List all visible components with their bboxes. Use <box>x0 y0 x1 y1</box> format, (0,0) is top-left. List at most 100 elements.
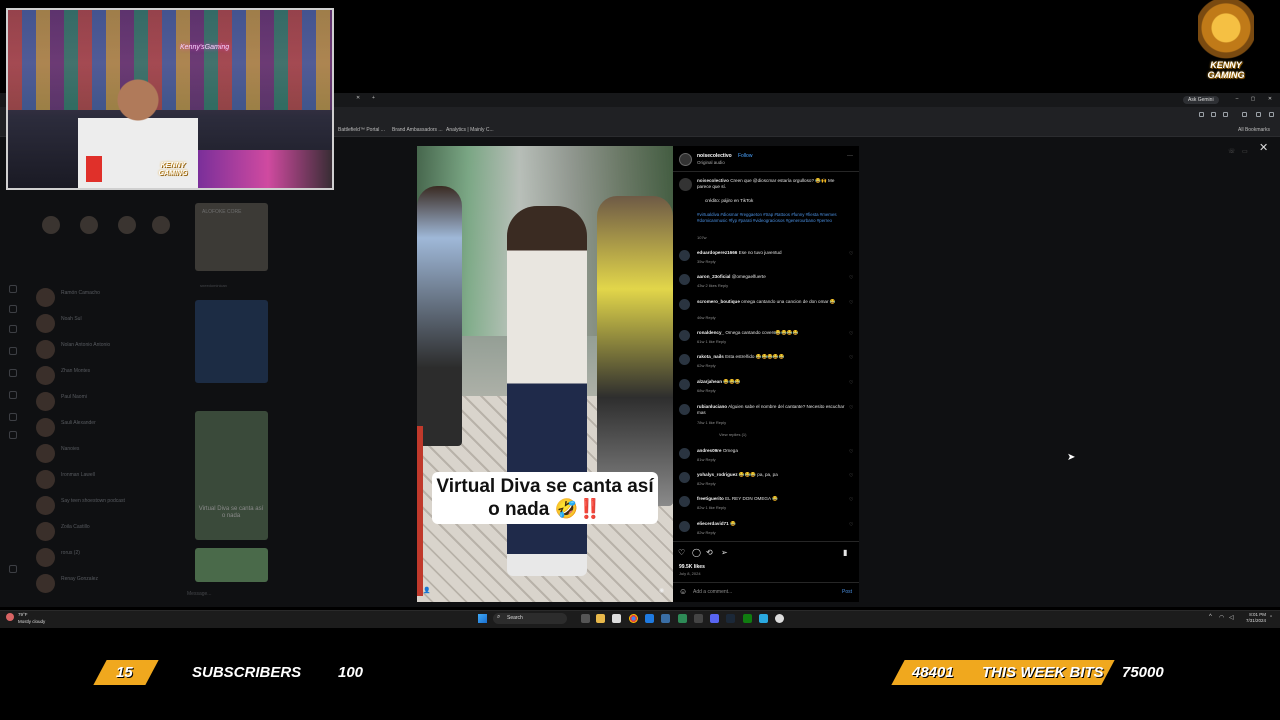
add-comment-input[interactable]: Add a comment... <box>693 589 732 595</box>
caption-hashtags[interactable]: #virtualdiva #diosmar #reggaeton #trap #… <box>697 212 849 224</box>
like-heart-icon[interactable]: ♡ <box>849 355 853 361</box>
profile-icon[interactable] <box>1242 112 1247 117</box>
heart-icon[interactable] <box>9 369 17 377</box>
like-icon[interactable]: ♡ <box>678 548 685 557</box>
author-username[interactable]: noisecolectivo <box>697 153 732 159</box>
edit-icon[interactable] <box>1256 112 1261 117</box>
dm-item[interactable]: rorus (2) <box>30 546 180 570</box>
dm-item[interactable]: Nolan Antonio Antonio <box>30 338 180 362</box>
like-heart-icon[interactable]: ♡ <box>849 497 853 503</box>
ask-gemini-button[interactable]: Ask Gemini <box>1183 96 1219 104</box>
avatar[interactable] <box>679 496 690 507</box>
caption-username[interactable]: noisecolectivo <box>697 178 729 183</box>
dm-item[interactable]: Zoila Castillo <box>30 520 180 544</box>
xbox-icon[interactable] <box>743 614 752 623</box>
user-tag-icon[interactable]: 👤 <box>423 587 430 594</box>
shared-post-card[interactable] <box>195 300 268 383</box>
bookmark-battlefield[interactable]: Battlefield™ Portal ... <box>338 127 385 133</box>
app-icon[interactable] <box>678 614 687 623</box>
author-avatar[interactable] <box>679 178 692 191</box>
more-icon[interactable] <box>9 565 17 573</box>
avatar[interactable] <box>679 274 690 285</box>
reels-icon[interactable] <box>9 305 17 313</box>
avatar[interactable] <box>679 448 690 459</box>
dm-item[interactable]: Sauli Alexander <box>30 416 180 440</box>
weather-desc[interactable]: Mostly cloudy <box>18 619 45 624</box>
dm-item[interactable]: Nanoies <box>30 442 180 466</box>
emoji-icon[interactable]: ☺ <box>679 587 687 596</box>
share-icon[interactable]: ➢ <box>721 548 728 557</box>
explore-icon[interactable] <box>9 325 17 333</box>
bookmark-analytics[interactable]: Analytics | Mainly C... <box>446 127 494 133</box>
audio-label[interactable]: Original audio <box>697 160 725 165</box>
menu-icon[interactable] <box>1269 112 1274 117</box>
volume-icon[interactable]: ◁ <box>1229 614 1234 621</box>
shared-post-card[interactable] <box>195 548 268 582</box>
save-bookmark-icon[interactable]: ▮ <box>843 548 847 557</box>
call-icon[interactable]: ☏ <box>1228 148 1236 155</box>
notifications-icon[interactable] <box>9 413 17 421</box>
author-avatar[interactable] <box>679 153 692 166</box>
bookmark-brand-ambassadors[interactable]: Brand Ambassadors ... <box>392 127 443 133</box>
taskbar-search[interactable]: Search <box>493 613 567 624</box>
tray-chevron-icon[interactable]: ^ <box>1209 614 1212 620</box>
avatar[interactable] <box>679 330 690 341</box>
like-heart-icon[interactable]: ♡ <box>849 380 853 386</box>
all-bookmarks[interactable]: All Bookmarks <box>1238 127 1270 133</box>
like-heart-icon[interactable]: ♡ <box>849 449 853 455</box>
home-icon[interactable] <box>9 285 17 293</box>
mail-icon[interactable] <box>645 614 654 623</box>
dm-item[interactable]: Zhan Montes <box>30 364 180 388</box>
tab-close-icon[interactable]: ✕ <box>356 95 360 101</box>
app-icon[interactable] <box>661 614 670 623</box>
shared-reel-card[interactable] <box>195 411 268 540</box>
like-heart-icon[interactable]: ♡ <box>849 275 853 281</box>
discord-icon[interactable] <box>710 614 719 623</box>
like-heart-icon[interactable]: ♡ <box>849 522 853 528</box>
likes-count[interactable]: 99.5K likes <box>679 564 705 570</box>
task-view-icon[interactable] <box>581 614 590 623</box>
avatar[interactable] <box>679 404 690 415</box>
video-call-icon[interactable]: ▭ <box>1242 148 1248 155</box>
dm-item[interactable]: Say teen shoestown podcast <box>30 494 180 518</box>
start-icon[interactable] <box>478 614 487 623</box>
weather-temp[interactable]: 79°F <box>18 612 28 617</box>
view-replies[interactable]: View replies (1) <box>719 432 747 437</box>
avatar[interactable] <box>679 354 690 365</box>
like-heart-icon[interactable]: ♡ <box>849 331 853 337</box>
repost-icon[interactable]: ⟲ <box>706 548 713 557</box>
more-options-icon[interactable]: ··· <box>847 153 853 159</box>
reel-video[interactable]: Virtual Diva se canta así o nada 🤣‼️ 👤 ◉ <box>417 146 673 602</box>
app-icon[interactable] <box>759 614 768 623</box>
post-comment-button[interactable]: Post <box>842 589 852 595</box>
dm-item[interactable]: Ramón Camacho <box>30 286 180 310</box>
new-tab-icon[interactable]: + <box>372 95 375 101</box>
wifi-icon[interactable]: ◠ <box>1219 614 1224 621</box>
like-heart-icon[interactable]: ♡ <box>849 405 853 411</box>
dm-item[interactable]: Noah Sul <box>30 312 180 336</box>
dm-item[interactable]: Ironman Lawell <box>30 468 180 492</box>
weather-icon[interactable] <box>6 613 14 621</box>
like-heart-icon[interactable]: ♡ <box>849 251 853 257</box>
settings-icon[interactable] <box>694 614 703 623</box>
create-icon[interactable] <box>9 431 17 439</box>
avatar[interactable] <box>679 250 690 261</box>
avatar[interactable] <box>679 299 690 310</box>
like-heart-icon[interactable]: ♡ <box>849 300 853 306</box>
star-icon[interactable] <box>1223 112 1228 117</box>
dm-item[interactable]: Paul Naomi <box>30 390 180 414</box>
mute-icon[interactable]: ◉ <box>659 587 664 594</box>
comment-icon[interactable]: ◯ <box>692 548 701 557</box>
app-icon[interactable] <box>612 614 621 623</box>
close-window-icon[interactable]: ✕ <box>1266 96 1274 102</box>
message-input[interactable]: Message... <box>187 591 211 597</box>
follow-button[interactable]: Follow <box>738 153 752 159</box>
close-icon[interactable]: ✕ <box>1259 141 1268 154</box>
obs-icon[interactable] <box>775 614 784 623</box>
file-explorer-icon[interactable] <box>596 614 605 623</box>
chrome-icon[interactable] <box>629 614 638 623</box>
taskbar-clock[interactable]: 8:01 PM 7/31/2024 <box>1246 612 1266 624</box>
messages-icon[interactable] <box>9 391 17 399</box>
avatar[interactable] <box>679 521 690 532</box>
avatar[interactable] <box>679 472 690 483</box>
